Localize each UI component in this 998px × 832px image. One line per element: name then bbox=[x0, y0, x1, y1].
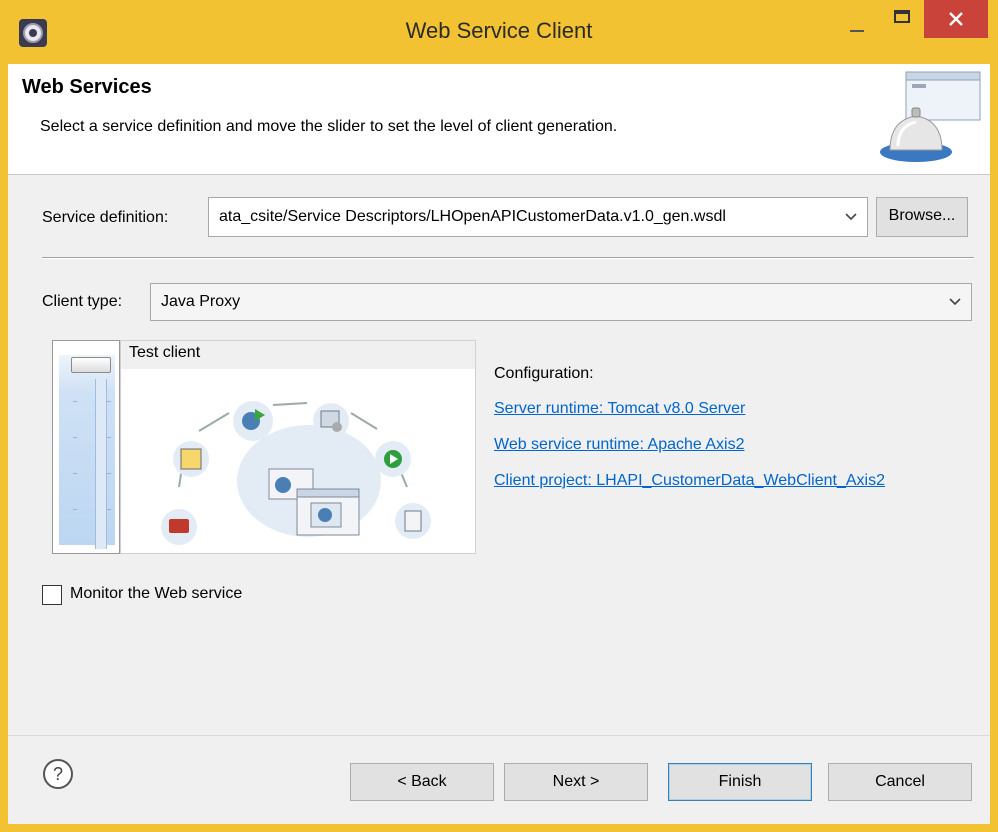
wizard-footer: ? < Back Next > Finish Cancel bbox=[8, 735, 990, 825]
client-generation-slider[interactable] bbox=[52, 340, 120, 554]
minimize-icon bbox=[850, 30, 864, 32]
browse-button[interactable]: Browse... bbox=[876, 197, 968, 237]
maximize-icon bbox=[894, 10, 910, 23]
web-service-bell-icon bbox=[880, 71, 981, 162]
separator bbox=[42, 257, 974, 259]
help-icon[interactable]: ? bbox=[42, 758, 74, 790]
server-runtime-link[interactable]: Server runtime: Tomcat v8.0 Server bbox=[494, 400, 745, 418]
test-client-illustration bbox=[161, 401, 431, 545]
web-service-runtime-link[interactable]: Web service runtime: Apache Axis2 bbox=[494, 436, 745, 454]
close-icon bbox=[949, 12, 963, 26]
generation-level-preview: Test client bbox=[120, 340, 476, 554]
back-button[interactable]: < Back bbox=[350, 763, 494, 801]
maximize-button[interactable] bbox=[880, 0, 924, 40]
client-project-link[interactable]: Client project: LHAPI_CustomerData_WebCl… bbox=[494, 472, 885, 490]
slider-tick bbox=[107, 401, 111, 402]
minimize-button[interactable] bbox=[836, 0, 880, 40]
wizard-header: Web Services Select a service definition… bbox=[8, 64, 990, 175]
monitor-web-service-label: Monitor the Web service bbox=[70, 585, 243, 602]
slider-tick bbox=[73, 401, 77, 402]
title-bar[interactable]: Web Service Client bbox=[0, 0, 998, 64]
monitor-web-service-checkbox[interactable] bbox=[42, 585, 62, 605]
slider-tick bbox=[73, 509, 77, 510]
slider-tick bbox=[107, 509, 111, 510]
client-type-value: Java Proxy bbox=[161, 293, 241, 310]
service-definition-combo[interactable]: ata_csite/Service Descriptors/LHOpenAPIC… bbox=[208, 197, 868, 237]
wizard-content: Service definition: ata_csite/Service De… bbox=[8, 175, 990, 735]
client-type-label: Client type: bbox=[42, 293, 123, 310]
page-description: Select a service definition and move the… bbox=[40, 118, 618, 135]
slider-thumb[interactable] bbox=[71, 357, 111, 373]
service-definition-value: ata_csite/Service Descriptors/LHOpenAPIC… bbox=[219, 208, 726, 225]
service-definition-label: Service definition: bbox=[42, 209, 169, 226]
slider-tick bbox=[73, 437, 77, 438]
chevron-down-icon bbox=[845, 198, 857, 236]
slider-tick bbox=[107, 437, 111, 438]
slider-tick bbox=[107, 473, 111, 474]
slider-tick bbox=[73, 473, 77, 474]
window-frame-bottom bbox=[0, 824, 998, 832]
client-type-combo[interactable]: Java Proxy bbox=[150, 283, 972, 321]
page-title: Web Services bbox=[22, 76, 152, 98]
slider-track bbox=[59, 355, 115, 549]
generation-level-label: Test client bbox=[121, 341, 475, 369]
chevron-down-icon bbox=[949, 284, 961, 320]
close-button[interactable] bbox=[924, 0, 988, 38]
configuration-label: Configuration: bbox=[494, 365, 594, 382]
next-button[interactable]: Next > bbox=[504, 763, 648, 801]
dialog-window: Web Service Client Web Services Select a… bbox=[0, 0, 998, 832]
svg-text:?: ? bbox=[53, 764, 63, 784]
finish-button[interactable]: Finish bbox=[668, 763, 812, 801]
cancel-button[interactable]: Cancel bbox=[828, 763, 972, 801]
slider-groove bbox=[95, 379, 107, 549]
